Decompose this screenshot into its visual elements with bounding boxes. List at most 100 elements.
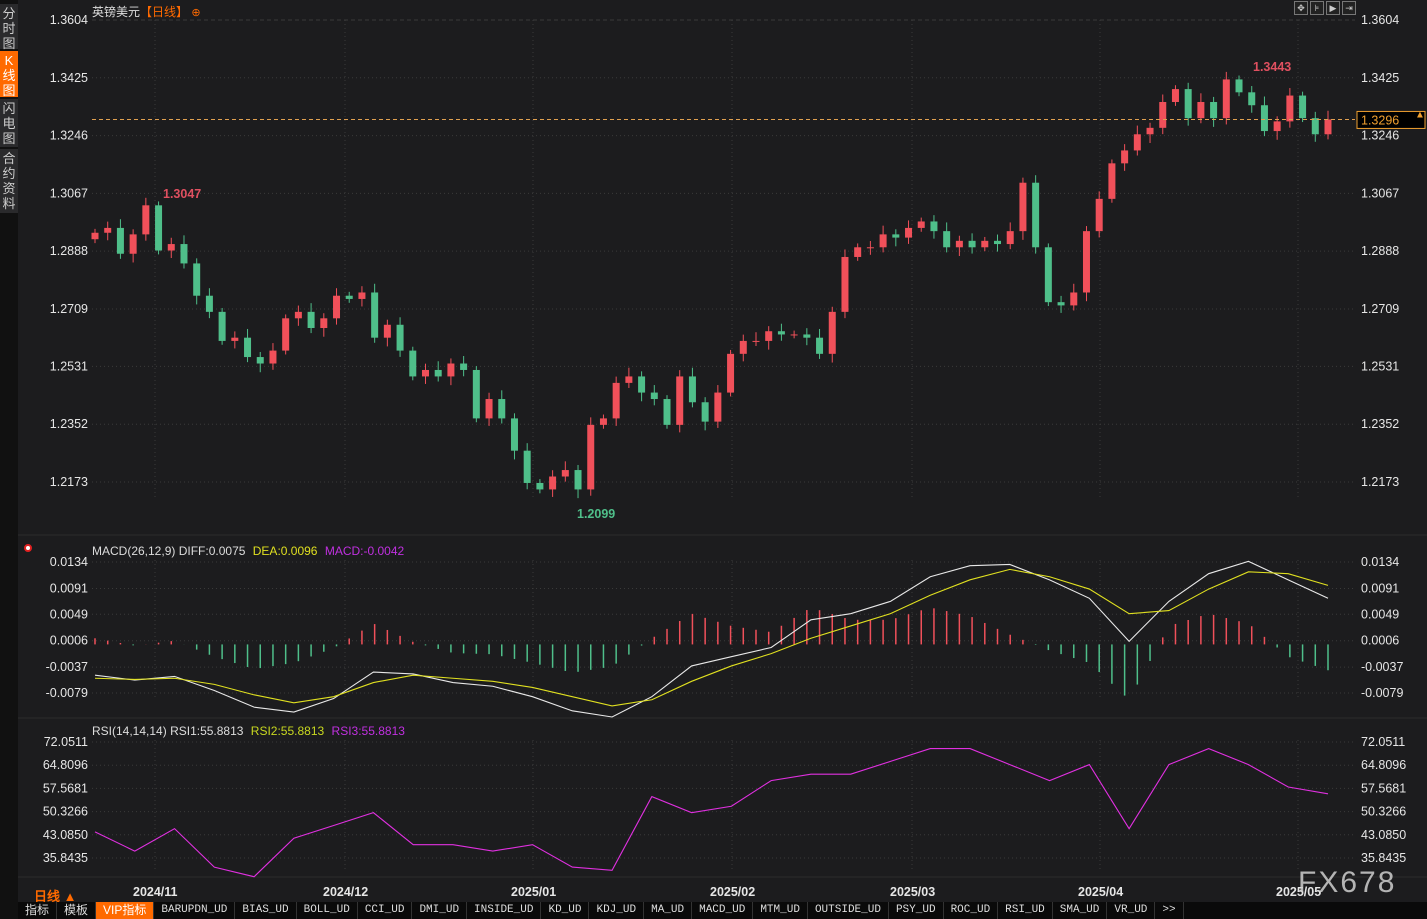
indicator-tab[interactable]: CCI_UD (358, 902, 413, 919)
candle-body (155, 205, 163, 251)
candle-body (218, 311, 226, 341)
x-axis-label: 2024/12 (323, 885, 368, 899)
indicator-tab[interactable]: INSIDE_UD (467, 902, 542, 919)
candle-body (892, 234, 900, 238)
indicator-settings-icon[interactable] (24, 544, 32, 552)
rsi-axis-label-left: 50.3266 (43, 805, 88, 819)
indicator-tab[interactable]: MA_UD (644, 902, 693, 919)
price-axis-label-left: 1.2709 (50, 302, 88, 316)
macd-axis-label-left: 0.0091 (50, 581, 88, 595)
price-axis-label-left: 1.2173 (50, 475, 88, 489)
candle-body (1019, 182, 1027, 232)
candle-body (1006, 231, 1014, 245)
candle-body (1210, 102, 1218, 119)
candle-body (841, 256, 849, 312)
indicator-tab[interactable]: MACD_UD (692, 902, 754, 919)
rsi3-value: RSI3:55.8813 (331, 724, 405, 738)
symbol-name: 英镑美元 (92, 5, 141, 19)
macd-axis-label-left: 0.0134 (50, 555, 88, 569)
indicator-tab[interactable]: >> (1155, 902, 1184, 919)
rsi-axis-label-right: 50.3266 (1361, 805, 1406, 819)
candle-body (1286, 95, 1294, 122)
indicator-tab[interactable]: KD_UD (541, 902, 590, 919)
indicator-tab[interactable]: BOLL_UD (297, 902, 358, 919)
macd-axis-label-left: 0.0049 (50, 607, 88, 621)
candle-body (536, 482, 544, 490)
candle-body (269, 350, 277, 364)
high-price-annotation: 1.3443 (1253, 60, 1291, 74)
candle-body (320, 318, 328, 328)
candle-body (676, 376, 684, 425)
indicator-tab[interactable]: BARUPDN_UD (154, 902, 236, 919)
candle-body (1311, 118, 1319, 135)
candle-body (193, 263, 201, 296)
zoom-in-icon[interactable]: ⊧ (1310, 1, 1324, 15)
rsi-axis-label-right: 64.8096 (1361, 758, 1406, 772)
candle-body (638, 376, 646, 393)
circle-plus-icon[interactable]: ⊕ (191, 7, 200, 19)
price-axis-label-left: 1.2352 (50, 417, 88, 431)
candle-body (816, 337, 824, 354)
candle-body (790, 334, 798, 336)
indicator-tab[interactable]: MTM_UD (753, 902, 808, 919)
macd-axis-label-right: 0.0049 (1361, 607, 1399, 621)
indicator-tab[interactable]: PSY_UD (889, 902, 944, 919)
candle-body (1324, 119, 1332, 135)
candle-body (1044, 247, 1052, 303)
candle-body (625, 376, 633, 383)
candle-body (828, 311, 836, 354)
candle-body (739, 340, 747, 354)
indicator-tab[interactable]: SMA_UD (1053, 902, 1108, 919)
rsi-axis-label-left: 35.8435 (43, 851, 88, 865)
indicator-tab[interactable]: ROC_UD (944, 902, 999, 919)
price-axis-label-right: 1.2709 (1361, 302, 1399, 316)
indicator-tab[interactable]: BIAS_UD (235, 902, 297, 919)
candle-body (129, 234, 137, 254)
macd-axis-label-right: 0.0134 (1361, 555, 1399, 569)
candle-body (1057, 302, 1065, 306)
indicator-tab[interactable]: OUTSIDE_UD (808, 902, 889, 919)
move-right-icon[interactable]: ⇥ (1342, 1, 1356, 15)
candle-body (1108, 163, 1116, 199)
candle-body (1273, 121, 1281, 132)
macd-dea-line (94, 568, 1329, 707)
candle-body (879, 234, 887, 248)
candle-body (434, 369, 442, 377)
macd-axis-label-right: 0.0091 (1361, 581, 1399, 595)
indicator-tab[interactable]: 模板 (57, 902, 97, 919)
rsi-line (94, 747, 1329, 878)
indicator-tab[interactable]: 指标 (18, 902, 58, 919)
candle-body (765, 331, 773, 341)
indicator-tab[interactable]: VIP指标 (96, 902, 155, 919)
x-axis-label: 2025/01 (511, 885, 556, 899)
price-axis-label-right: 1.2531 (1361, 359, 1399, 373)
chart-toolbar: ✥ ⊧ ▶ ⇥ (1294, 1, 1356, 15)
candle-body (510, 418, 518, 451)
candle-body (866, 247, 874, 249)
price-axis-label-right: 1.2352 (1361, 417, 1399, 431)
indicator-tab[interactable]: DMI_UD (412, 902, 468, 919)
candle-body (777, 331, 785, 335)
candle-body (307, 311, 315, 328)
indicator-tab[interactable]: KDJ_UD (589, 902, 645, 919)
macd-diff-value: DIFF:0.0075 (178, 544, 246, 558)
candle-body (1095, 198, 1103, 232)
low-price-annotation: 1.2099 (577, 507, 615, 521)
candle-body (167, 244, 175, 251)
crosshair-icon[interactable]: ✥ (1294, 1, 1308, 15)
price-axis-label-left: 1.3067 (50, 186, 88, 200)
macd-title: MACD(26,12,9) (92, 544, 176, 558)
rsi-axis-label-left: 64.8096 (43, 758, 88, 772)
candle-body (650, 392, 658, 400)
indicator-tab[interactable]: VR_UD (1107, 902, 1156, 919)
candle-body (1032, 182, 1040, 248)
indicator-tab[interactable]: RSI_UD (998, 902, 1053, 919)
price-axis-label-right: 1.2173 (1361, 475, 1399, 489)
candle-body (485, 399, 493, 419)
macd-axis-label-left: 0.0006 (50, 634, 88, 648)
play-forward-icon[interactable]: ▶ (1326, 1, 1340, 15)
rsi-axis-label-left: 43.0850 (43, 828, 88, 842)
price-axis-label-left: 1.3604 (50, 13, 88, 27)
price-axis-label-right: 1.3604 (1361, 13, 1399, 27)
chart-canvas[interactable]: 2024/11 2024/12 2025/01 2025/02 2025/03 2025/… (0, 0, 1427, 919)
